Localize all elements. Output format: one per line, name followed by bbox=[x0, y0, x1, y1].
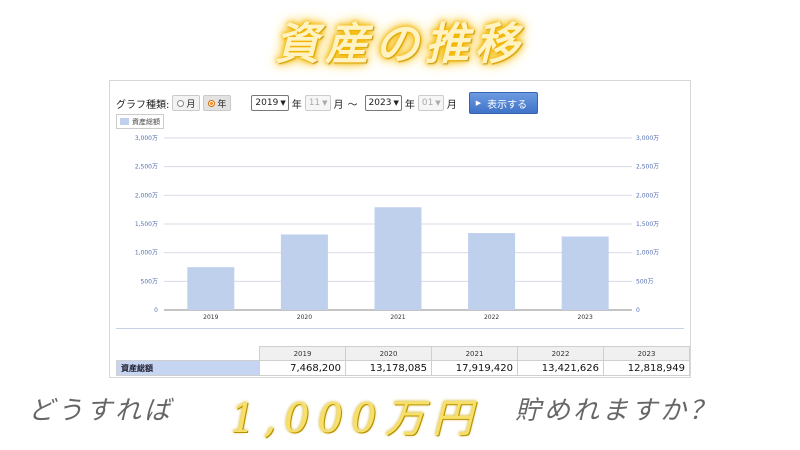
x-tick-label: 2021 bbox=[390, 314, 405, 321]
x-tick-label: 2019 bbox=[203, 314, 218, 321]
y-tick-label-left: 1,500万 bbox=[135, 221, 158, 228]
asset-table: 2019 2020 2021 2022 2023 資産総額 7,468,200 … bbox=[116, 346, 690, 376]
y-tick-label-left: 3,000万 bbox=[135, 135, 158, 142]
table-cell: 17,919,420 bbox=[431, 360, 518, 376]
y-tick-label-right: 3,000万 bbox=[636, 135, 659, 142]
table-corner bbox=[116, 346, 260, 361]
caption-amount: 1,000万円 bbox=[230, 396, 481, 442]
y-tick-label-right: 2,000万 bbox=[636, 192, 659, 199]
y-tick-label-left: 500万 bbox=[141, 278, 158, 285]
table-cell: 13,421,626 bbox=[517, 360, 604, 376]
bar bbox=[561, 236, 609, 310]
table-header: 2023 bbox=[603, 346, 690, 361]
table-cell: 7,468,200 bbox=[259, 360, 346, 376]
asset-bar-chart: 0 0 500万 500万 1,000万 1,000万 1,500万 1,500万 2,000万… bbox=[135, 135, 659, 321]
caption-left: どうすれば bbox=[28, 396, 174, 426]
table-cell: 13,178,085 bbox=[345, 360, 432, 376]
bar bbox=[374, 207, 422, 310]
table-row: 資産総額 7,468,200 13,178,085 17,919,420 13,… bbox=[116, 360, 690, 376]
caption-right: 貯めれますか？ bbox=[515, 396, 719, 426]
bar bbox=[468, 233, 516, 310]
y-tick-label-right: 0 bbox=[636, 307, 640, 314]
x-tick-label: 2020 bbox=[297, 314, 312, 321]
y-tick-label-right: 2,500万 bbox=[636, 164, 659, 171]
bar bbox=[280, 234, 328, 310]
table-header-row: 2019 2020 2021 2022 2023 bbox=[116, 346, 690, 361]
x-tick-label: 2022 bbox=[484, 314, 499, 321]
table-cell: 12,818,949 bbox=[603, 360, 690, 376]
table-header: 2021 bbox=[431, 346, 518, 361]
table-header: 2022 bbox=[517, 346, 604, 361]
y-tick-label-right: 500万 bbox=[636, 278, 653, 285]
y-tick-label-right: 1,500万 bbox=[636, 221, 659, 228]
table-header: 2020 bbox=[345, 346, 432, 361]
y-tick-label-left: 2,500万 bbox=[135, 164, 158, 171]
table-row-label: 資産総額 bbox=[116, 360, 260, 376]
y-tick-label-right: 1,000万 bbox=[636, 250, 659, 257]
asset-chart-panel: グラフ種類: 月 年 2019 ▼ 年 11 ▼ 月 ～ 2023 ▼ 年 01 ▼ 月… bbox=[109, 80, 691, 378]
x-tick-label: 2023 bbox=[578, 314, 593, 321]
page-title: 資産の推移 bbox=[275, 19, 525, 70]
y-tick-label-left: 1,000万 bbox=[135, 250, 158, 257]
y-tick-label-left: 0 bbox=[154, 307, 158, 314]
y-tick-label-left: 2,000万 bbox=[135, 192, 158, 199]
chart-divider bbox=[116, 328, 684, 329]
bar bbox=[187, 267, 235, 310]
table-header: 2019 bbox=[259, 346, 346, 361]
